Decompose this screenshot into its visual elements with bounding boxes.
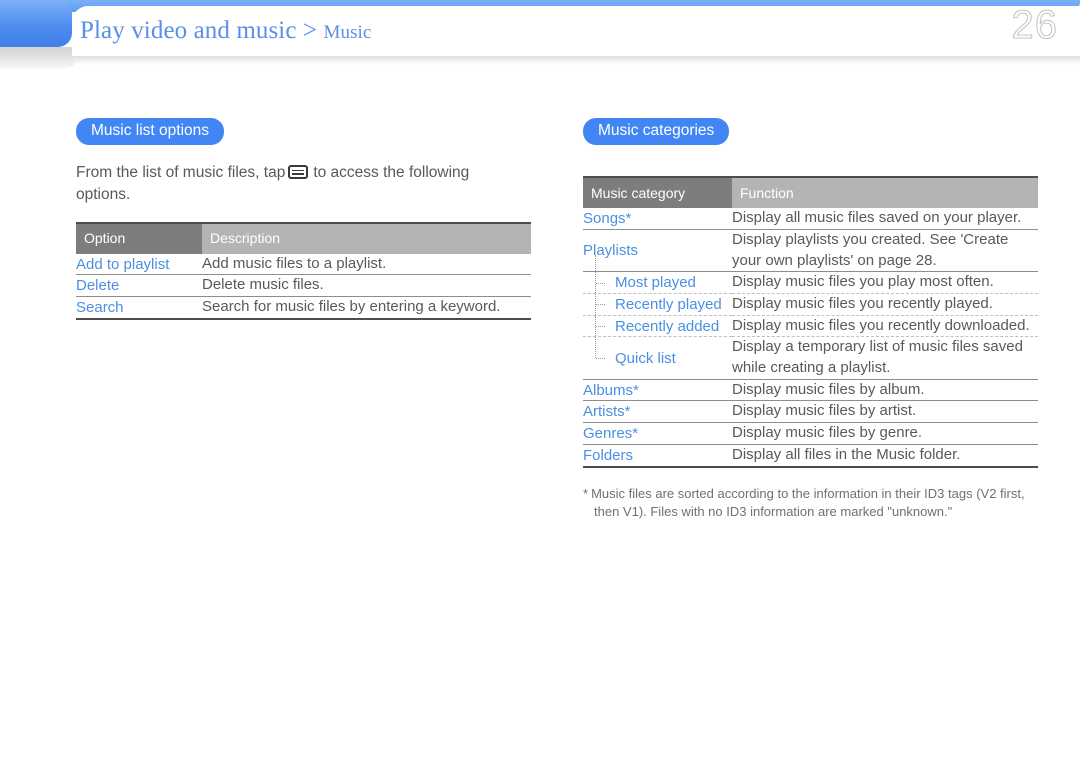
category-quick-list[interactable]: Quick list (583, 337, 732, 379)
intro-paragraph: From the list of music files, tap to acce… (76, 162, 506, 206)
column-header-description: Description (202, 222, 531, 254)
table-row: Artists* Display music files by artist. (583, 401, 1038, 423)
category-quick-list-label: Quick list (615, 349, 676, 367)
section-badge-music-list-options: Music list options (76, 118, 225, 146)
description-delete: Delete music files. (202, 276, 324, 294)
category-artists[interactable]: Artists* (583, 401, 732, 423)
table-row: Recently played Display music files you … (583, 294, 1038, 316)
footnote-line-1: Music files are sorted according to the … (591, 485, 1025, 501)
description-search: Search for music files by entering a key… (202, 298, 501, 316)
table-header-row: Music category Function (583, 177, 1038, 209)
table-row: Genres* Display music files by genre. (583, 423, 1038, 445)
footnote-marker: * (583, 485, 589, 501)
page-number: 26 (1011, 3, 1058, 47)
category-playlists[interactable]: Playlists (583, 229, 732, 272)
category-recently-added[interactable]: Recently added (583, 315, 732, 337)
category-folders[interactable]: Folders (583, 444, 732, 466)
function-songs: Display all music files saved on your pl… (732, 209, 1022, 227)
table-row: Albums* Display music files by album. (583, 379, 1038, 401)
option-add-to-playlist[interactable]: Add to playlist (76, 254, 202, 275)
table-row: Recently added Display music files you r… (583, 315, 1038, 337)
music-list-options-table: Option Description Add to playlist Add m… (76, 221, 531, 320)
description-add-to-playlist: Add music files to a playlist. (202, 254, 387, 272)
function-genres: Display music files by genre. (732, 424, 923, 442)
section-badge-music-categories: Music categories (583, 118, 730, 146)
tree-connector (595, 315, 611, 337)
right-column: Music categories Music category Function… (583, 118, 1038, 522)
category-genres[interactable]: Genres* (583, 423, 732, 445)
function-recently-played: Display music files you recently played. (732, 295, 993, 313)
table-row: Quick list Display a temporary list of m… (583, 337, 1038, 380)
table-row: Folders Display all files in the Music f… (583, 444, 1038, 466)
category-recently-played-label: Recently played (615, 295, 722, 313)
function-most-played: Display music files you play most often. (732, 273, 994, 291)
category-songs[interactable]: Songs* (583, 208, 732, 229)
function-playlists: Display playlists you created. See 'Crea… (732, 230, 1009, 269)
category-recently-played[interactable]: Recently played (583, 294, 732, 316)
footnote: * Music files are sorted according to the… (583, 485, 1033, 523)
intro-text-before-icon: From the list of music files, tap (76, 164, 286, 182)
column-header-function: Function (732, 177, 1038, 209)
category-playlists-label: Playlists (583, 242, 639, 260)
footnote-line-2: then V1). Files with no ID3 information … (594, 504, 953, 520)
tree-connector (595, 272, 611, 294)
table-row: Playlists Display playlists you created.… (583, 229, 1038, 272)
table-row: Songs* Display all music files saved on … (583, 208, 1038, 230)
category-most-played-label: Most played (615, 274, 696, 292)
column-header-music-category: Music category (583, 177, 732, 209)
menu-icon (288, 165, 309, 180)
table-row: Add to playlist Add music files to a pla… (76, 254, 531, 275)
category-most-played[interactable]: Most played (583, 272, 732, 294)
breadcrumb-sub: Music (323, 22, 372, 43)
breadcrumb-main: Play video and music > (80, 17, 318, 44)
header-tab-shadow (0, 47, 78, 69)
function-quick-list: Display a temporary list of music files … (732, 338, 1023, 377)
category-recently-added-label: Recently added (615, 317, 720, 335)
table-row: Most played Display music files you play… (583, 272, 1038, 294)
tree-connector (595, 294, 611, 315)
function-recently-added: Display music files you recently downloa… (732, 316, 1030, 334)
left-column: Music list options From the list of musi… (76, 118, 531, 320)
option-search[interactable]: Search (76, 297, 202, 319)
table-row: Search Search for music files by enterin… (76, 297, 531, 319)
option-delete[interactable]: Delete (76, 275, 202, 297)
function-folders: Display all files in the Music folder. (732, 445, 961, 463)
breadcrumb: Play video and music > Music (80, 17, 371, 45)
page-header: Play video and music > Music 26 (0, 0, 1080, 70)
tree-stem (595, 254, 596, 272)
music-categories-table: Music category Function Songs* Display a… (583, 176, 1038, 468)
header-underline-shadow (72, 55, 1080, 65)
column-header-option: Option (76, 222, 202, 254)
header-blue-tab (0, 0, 72, 47)
tree-connector (595, 337, 611, 378)
table-header-row: Option Description (76, 222, 531, 254)
category-albums[interactable]: Albums* (583, 379, 732, 401)
function-albums: Display music files by album. (732, 380, 925, 398)
function-artists: Display music files by artist. (732, 402, 917, 420)
table-row: Delete Delete music files. (76, 275, 531, 297)
